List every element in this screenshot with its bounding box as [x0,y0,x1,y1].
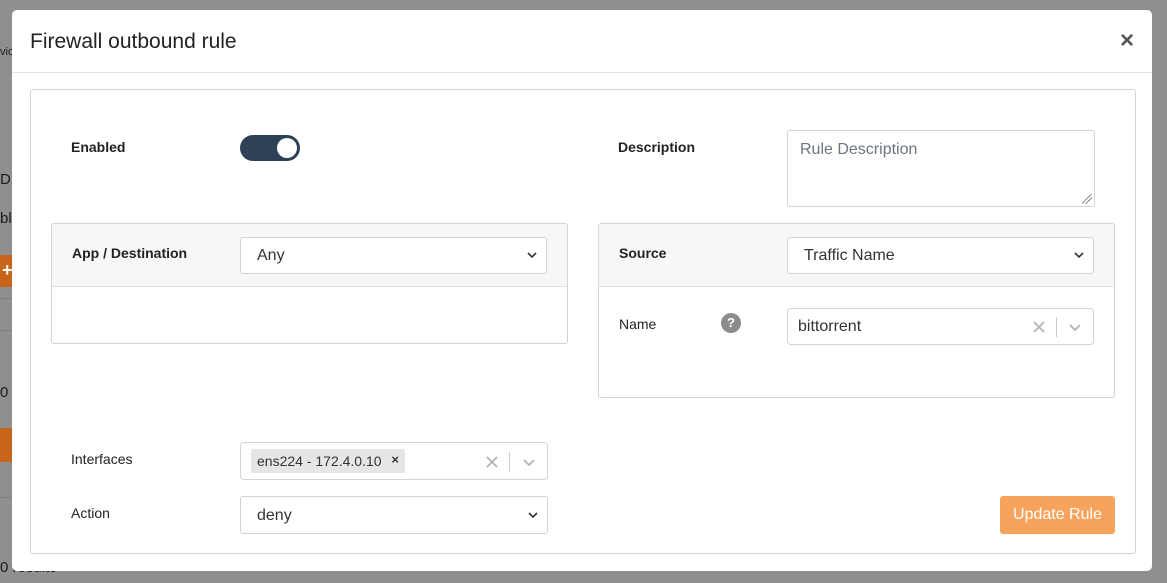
source-value: Traffic Name [804,247,895,264]
source-name-select[interactable]: bittorrent [787,308,1094,345]
enabled-toggle[interactable] [240,135,300,161]
interface-chip-label: ens224 - 172.4.0.10 [257,453,382,469]
chevron-down-icon [1074,252,1084,259]
action-select[interactable]: deny [240,496,548,534]
close-icon: × [1119,27,1134,54]
interfaces-label: Interfaces [71,451,133,467]
action-value: deny [257,507,292,524]
enabled-label: Enabled [71,139,126,155]
update-rule-button[interactable]: Update Rule [1000,496,1115,534]
background-text: 0 [0,384,9,401]
resize-handle-icon[interactable] [1082,194,1092,204]
source-name-label: Name [619,316,657,332]
description-label: Description [618,139,696,155]
firewall-rule-modal: Firewall outbound rule × Enabled Descrip… [12,10,1152,571]
source-name-value: bittorrent [798,318,862,335]
chevron-down-icon [528,512,538,519]
clear-icon[interactable] [1032,320,1046,334]
source-select[interactable]: Traffic Name [787,237,1094,274]
app-destination-select[interactable]: Any [240,237,547,274]
indicator-separator [1056,317,1057,337]
plus-icon: + [2,260,13,280]
indicator-separator [509,452,510,472]
clear-icon[interactable] [485,455,499,469]
chevron-down-icon [527,252,537,259]
background-text: D [0,171,11,188]
background-text: vio [0,46,12,58]
toggle-knob [277,138,297,158]
chip-remove-icon[interactable]: × [391,452,399,467]
chevron-down-icon[interactable] [1068,320,1082,334]
modal-title: Firewall outbound rule [30,30,237,53]
app-destination-label: App / Destination [72,245,188,261]
modal-header: Firewall outbound rule × [12,10,1152,73]
interfaces-multiselect[interactable]: ens224 - 172.4.0.10 × [240,442,548,480]
help-icon[interactable]: ? [721,313,741,333]
chevron-down-icon[interactable] [522,455,536,469]
close-button[interactable]: × [1116,28,1138,54]
app-destination-value: Any [257,247,285,264]
interface-chip: ens224 - 172.4.0.10 × [251,449,405,473]
source-label: Source [619,245,667,261]
action-label: Action [71,505,110,521]
description-placeholder: Rule Description [800,141,918,158]
description-textarea[interactable]: Rule Description [787,130,1095,207]
background-text: bl [0,210,12,227]
